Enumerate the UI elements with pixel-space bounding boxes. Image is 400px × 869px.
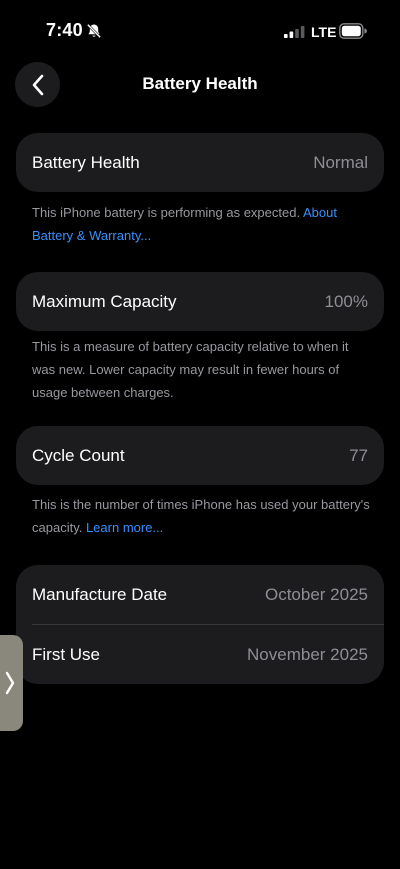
battery-health-note: This iPhone battery is performing as exp…: [32, 201, 372, 247]
bell-slash-icon: [86, 23, 102, 39]
maximum-capacity-value: 100%: [324, 291, 368, 311]
manufacture-date-row: Manufacture Date October 2025: [16, 565, 384, 624]
battery-icon: [339, 23, 367, 39]
manufacture-date-value: October 2025: [264, 584, 368, 604]
signal-icon: [284, 26, 305, 38]
cycle-count-note-text: This is the number of times iPhone has u…: [32, 497, 370, 535]
first-use-value: November 2025: [247, 644, 368, 664]
cycle-count-row: Cycle Count 77: [16, 426, 384, 485]
chevron-right-icon: [5, 671, 14, 695]
cycle-count-note: This is the number of times iPhone has u…: [32, 493, 372, 539]
carrier-label: LTE: [311, 24, 337, 40]
maximum-capacity-note: This is a measure of battery capacity re…: [32, 339, 349, 400]
battery-health-label: Battery Health: [32, 152, 140, 172]
battery-health-row: Battery Health Normal: [16, 133, 384, 192]
dates-card: Manufacture Date October 2025 First Use …: [16, 565, 384, 684]
battery-health-screen: 7:40 LTE Battery Health Battery Health N…: [0, 0, 400, 869]
page-title: Battery Health: [142, 74, 258, 93]
cycle-count-card: Cycle Count 77: [16, 426, 384, 485]
battery-health-note-text: This iPhone battery is performing as exp…: [32, 205, 303, 220]
side-panel-handle[interactable]: [0, 635, 23, 731]
manufacture-date-label: Manufacture Date: [32, 584, 168, 604]
maximum-capacity-card: Maximum Capacity 100%: [16, 272, 384, 331]
maximum-capacity-label: Maximum Capacity: [32, 291, 177, 311]
battery-health-value: Normal: [313, 152, 368, 172]
cycle-count-label: Cycle Count: [32, 445, 125, 465]
status-time: 7:40: [46, 20, 83, 40]
first-use-row: First Use November 2025: [16, 625, 384, 684]
first-use-label: First Use: [32, 644, 100, 664]
cycle-count-value: 77: [349, 445, 368, 465]
maximum-capacity-row: Maximum Capacity 100%: [16, 272, 384, 331]
battery-health-card: Battery Health Normal: [16, 133, 384, 192]
learn-more-link[interactable]: Learn more...: [86, 520, 163, 535]
status-bar: 7:40 LTE: [0, 0, 400, 60]
